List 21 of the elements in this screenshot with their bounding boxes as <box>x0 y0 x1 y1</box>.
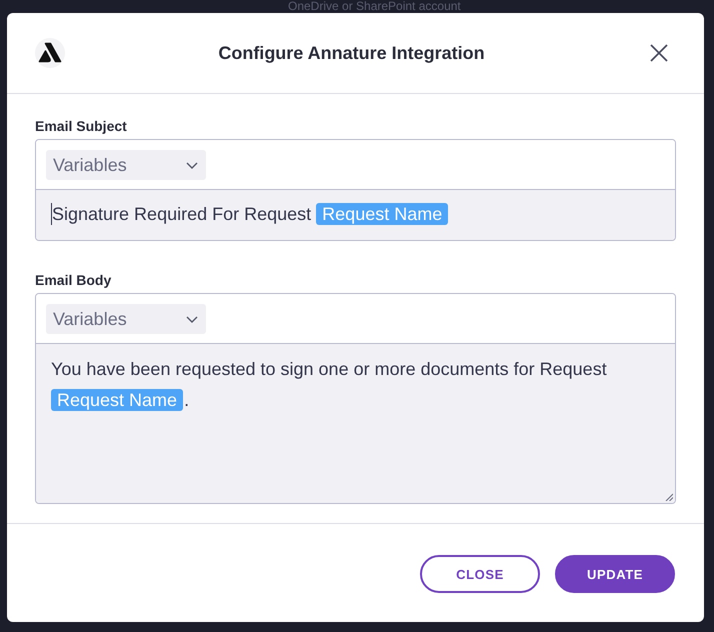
resize-handle-icon[interactable] <box>665 493 673 501</box>
chevron-down-icon <box>186 162 198 168</box>
variables-dropdown[interactable]: Variables <box>46 304 206 334</box>
background-page-text: OneDrive or SharePoint account <box>288 0 461 13</box>
chevron-down-icon <box>186 316 198 322</box>
text-editor-field[interactable]: You have been requested to sign one or more documents for Request Request Name . <box>36 344 675 503</box>
close-icon <box>650 44 668 62</box>
logo-icon <box>35 38 65 68</box>
close-text-button[interactable]: CLOSE <box>420 555 540 593</box>
dialog-title: Configure Annature Integration <box>218 42 485 65</box>
variables-dropdown[interactable]: Variables <box>46 150 206 180</box>
editor-text: You have been requested to sign one or more documents for Request <box>51 359 607 379</box>
text-editor-field[interactable]: Signature Required For Request Request Name <box>36 190 675 240</box>
editor-text: Signature Required For Request <box>52 204 312 224</box>
editor-text: . <box>184 390 190 410</box>
variable-tag: Request Name <box>316 203 448 225</box>
field-label: Email Subject <box>35 117 127 136</box>
variable-tag: Request Name <box>51 389 184 411</box>
field-label: Email Body <box>35 271 112 290</box>
update-button[interactable]: UPDATE <box>555 555 675 593</box>
close-button[interactable] <box>650 44 668 62</box>
